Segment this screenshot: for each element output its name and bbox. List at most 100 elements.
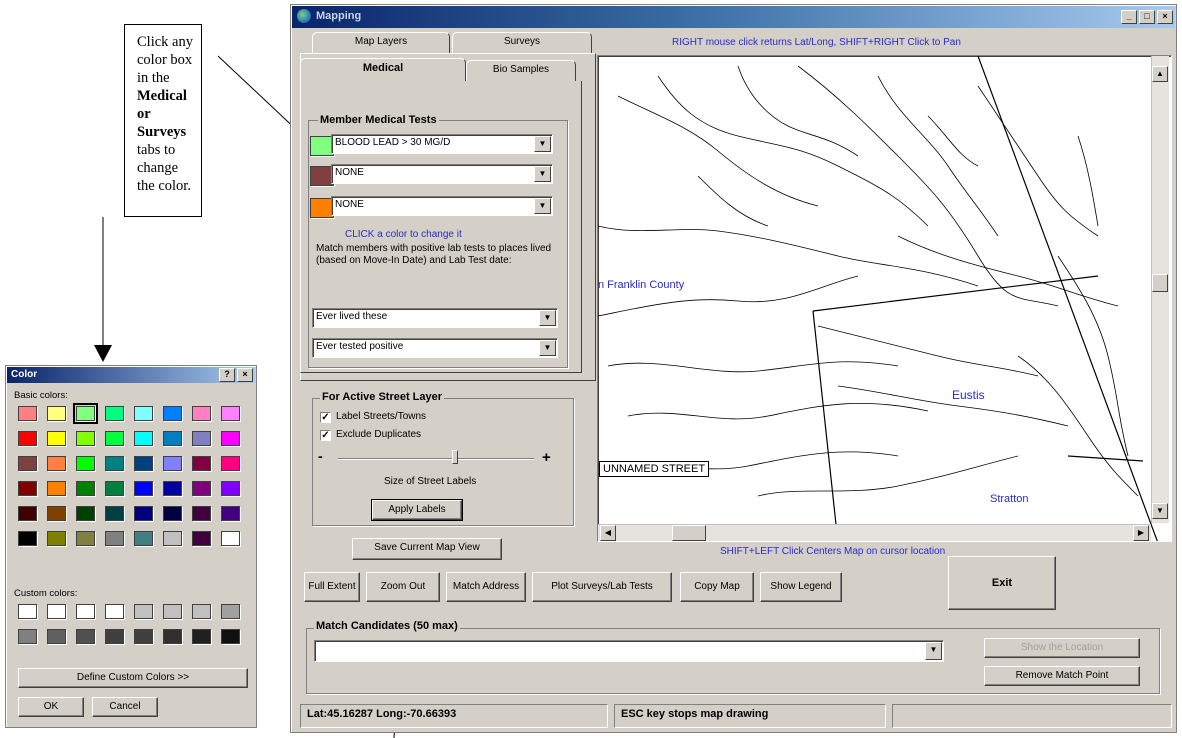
custom-color-swatch-10[interactable]: [76, 629, 95, 644]
basic-color-swatch-24[interactable]: [18, 481, 37, 496]
show-legend-button[interactable]: Show Legend: [760, 572, 842, 602]
tab-medical[interactable]: Medical: [300, 58, 466, 82]
basic-color-swatch-30[interactable]: [192, 481, 211, 496]
close-window-button[interactable]: ×: [1157, 10, 1173, 24]
maximize-button[interactable]: □: [1139, 10, 1155, 24]
custom-color-swatch-0[interactable]: [18, 604, 37, 619]
plot-surveys-button[interactable]: Plot Surveys/Lab Tests: [532, 572, 672, 602]
custom-color-swatch-13[interactable]: [163, 629, 182, 644]
basic-color-swatch-2[interactable]: [73, 403, 98, 424]
custom-color-swatch-3[interactable]: [105, 604, 124, 619]
basic-color-swatch-37[interactable]: [163, 506, 182, 521]
custom-color-swatch-9[interactable]: [47, 629, 66, 644]
show-location-button[interactable]: Show the Location: [984, 638, 1140, 658]
basic-color-swatch-1[interactable]: [47, 406, 66, 421]
label-streets-checkbox[interactable]: ✓: [320, 412, 331, 423]
basic-color-swatch-7[interactable]: [221, 406, 240, 421]
tab-surveys[interactable]: Surveys: [452, 32, 592, 54]
basic-color-swatch-20[interactable]: [134, 456, 153, 471]
exclude-duplicates-checkbox[interactable]: ✓: [320, 430, 331, 441]
scroll-right-icon[interactable]: ▶: [1133, 525, 1149, 541]
basic-color-swatch-32[interactable]: [18, 506, 37, 521]
basic-color-swatch-47[interactable]: [221, 531, 240, 546]
map-canvas[interactable]: n Franklin County Eustis Stratton UNNAME…: [597, 55, 1172, 542]
lived-select[interactable]: Ever lived these ▼: [312, 308, 558, 328]
close-button[interactable]: ×: [237, 368, 253, 382]
minimize-button[interactable]: _: [1121, 10, 1137, 24]
custom-color-swatch-2[interactable]: [76, 604, 95, 619]
chevron-down-icon[interactable]: ▼: [539, 310, 556, 326]
remove-match-point-button[interactable]: Remove Match Point: [984, 666, 1140, 686]
exit-button[interactable]: Exit: [948, 556, 1056, 610]
copy-map-button[interactable]: Copy Map: [680, 572, 754, 602]
basic-color-swatch-3[interactable]: [105, 406, 124, 421]
basic-color-swatch-38[interactable]: [192, 506, 211, 521]
basic-color-swatch-15[interactable]: [221, 431, 240, 446]
basic-color-swatch-29[interactable]: [163, 481, 182, 496]
full-extent-button[interactable]: Full Extent: [304, 572, 360, 602]
basic-color-swatch-18[interactable]: [76, 456, 95, 471]
horizontal-scrollbar[interactable]: ◀ ▶: [598, 524, 1151, 541]
custom-color-swatch-1[interactable]: [47, 604, 66, 619]
ok-button[interactable]: OK: [18, 697, 84, 717]
basic-color-swatch-41[interactable]: [47, 531, 66, 546]
slider-thumb[interactable]: [452, 450, 458, 464]
basic-color-swatch-40[interactable]: [18, 531, 37, 546]
match-candidates-select[interactable]: ▼: [314, 640, 944, 662]
vertical-scrollbar[interactable]: ▲ ▼: [1151, 56, 1169, 523]
custom-color-swatch-7[interactable]: [221, 604, 240, 619]
basic-color-swatch-33[interactable]: [47, 506, 66, 521]
basic-color-swatch-26[interactable]: [76, 481, 95, 496]
basic-color-swatch-4[interactable]: [134, 406, 153, 421]
scroll-down-icon[interactable]: ▼: [1152, 503, 1168, 519]
basic-color-swatch-6[interactable]: [192, 406, 211, 421]
basic-color-swatch-44[interactable]: [134, 531, 153, 546]
custom-color-swatch-5[interactable]: [163, 604, 182, 619]
custom-color-swatch-4[interactable]: [134, 604, 153, 619]
basic-color-swatch-0[interactable]: [18, 406, 37, 421]
basic-color-swatch-22[interactable]: [192, 456, 211, 471]
basic-color-swatch-43[interactable]: [105, 531, 124, 546]
apply-labels-button[interactable]: Apply Labels: [371, 499, 463, 521]
basic-color-swatch-25[interactable]: [47, 481, 66, 496]
tab-bio-samples[interactable]: Bio Samples: [466, 60, 576, 82]
basic-color-swatch-13[interactable]: [163, 431, 182, 446]
custom-color-swatch-6[interactable]: [192, 604, 211, 619]
vertical-scroll-thumb[interactable]: [1152, 274, 1168, 292]
define-custom-colors-button[interactable]: Define Custom Colors >>: [18, 668, 248, 688]
basic-color-swatch-16[interactable]: [18, 456, 37, 471]
basic-color-swatch-8[interactable]: [18, 431, 37, 446]
tab-map-layers[interactable]: Map Layers: [312, 32, 450, 54]
custom-color-swatch-8[interactable]: [18, 629, 37, 644]
chevron-down-icon[interactable]: ▼: [539, 340, 556, 356]
basic-color-swatch-42[interactable]: [76, 531, 95, 546]
basic-color-swatch-21[interactable]: [163, 456, 182, 471]
test-select-3[interactable]: NONE ▼: [331, 196, 553, 216]
match-address-button[interactable]: Match Address: [446, 572, 526, 602]
scroll-left-icon[interactable]: ◀: [600, 525, 616, 541]
basic-color-swatch-36[interactable]: [134, 506, 153, 521]
custom-color-swatch-12[interactable]: [134, 629, 153, 644]
basic-color-swatch-23[interactable]: [221, 456, 240, 471]
chevron-down-icon[interactable]: ▼: [534, 198, 551, 214]
horizontal-scroll-thumb[interactable]: [672, 525, 706, 541]
save-map-view-button[interactable]: Save Current Map View: [352, 538, 502, 560]
custom-color-swatch-14[interactable]: [192, 629, 211, 644]
help-button[interactable]: ?: [219, 368, 235, 382]
basic-color-swatch-46[interactable]: [192, 531, 211, 546]
basic-color-swatch-34[interactable]: [76, 506, 95, 521]
basic-color-swatch-19[interactable]: [105, 456, 124, 471]
test-select-1[interactable]: BLOOD LEAD > 30 MG/D ▼: [331, 134, 553, 154]
basic-color-swatch-39[interactable]: [221, 506, 240, 521]
basic-color-swatch-31[interactable]: [221, 481, 240, 496]
zoom-out-button[interactable]: Zoom Out: [366, 572, 440, 602]
basic-color-swatch-17[interactable]: [47, 456, 66, 471]
basic-color-swatch-45[interactable]: [163, 531, 182, 546]
tested-select[interactable]: Ever tested positive ▼: [312, 338, 558, 358]
basic-color-swatch-11[interactable]: [105, 431, 124, 446]
scroll-up-icon[interactable]: ▲: [1152, 66, 1168, 82]
basic-color-swatch-27[interactable]: [105, 481, 124, 496]
basic-color-swatch-12[interactable]: [134, 431, 153, 446]
basic-color-swatch-9[interactable]: [47, 431, 66, 446]
basic-color-swatch-10[interactable]: [76, 431, 95, 446]
